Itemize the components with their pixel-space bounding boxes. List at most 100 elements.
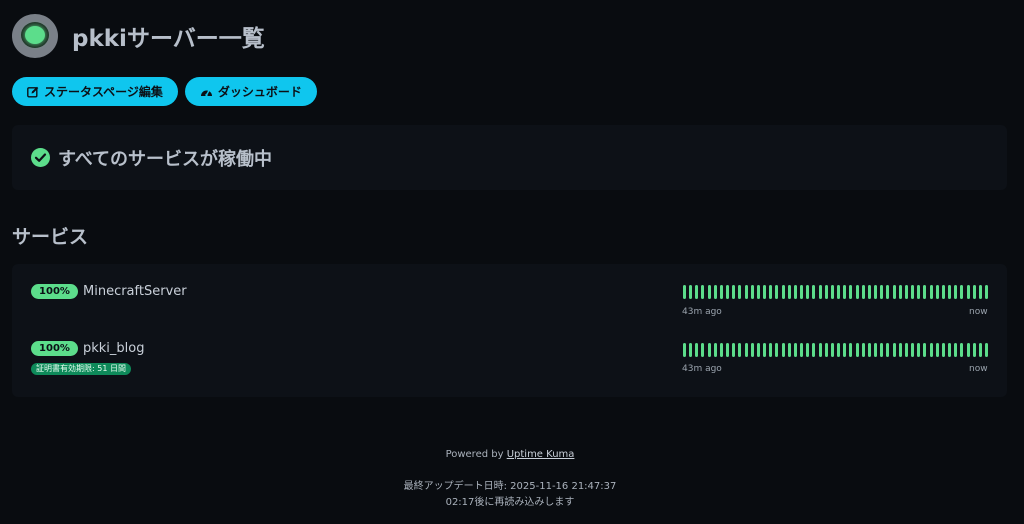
heartbeat-beat: [935, 343, 939, 357]
page-header: pkkiサーバー一覧: [12, 14, 265, 58]
heartbeat-beat: [793, 343, 797, 357]
heartbeat-beat: [904, 285, 908, 299]
heartbeat-beat: [892, 285, 896, 299]
heartbeat-beat: [954, 343, 958, 357]
heartbeat-beat: [689, 285, 693, 299]
heartbeat-beat: [886, 285, 890, 299]
certificate-expiry-badge: 証明書有効期限: 51 日間: [31, 362, 131, 375]
heartbeat-beat: [948, 285, 952, 299]
heartbeat-beat: [880, 285, 884, 299]
heartbeat-beat: [855, 285, 859, 299]
heartbeat-beat: [713, 285, 717, 299]
powered-by: Powered by Uptime Kuma: [0, 449, 1020, 460]
heartbeat-beat: [978, 343, 982, 357]
heartbeat-beat: [830, 285, 834, 299]
heartbeat-beat: [756, 343, 760, 357]
heartbeat-beat: [960, 343, 964, 357]
heartbeat-beat: [892, 343, 896, 357]
gauge-icon: [200, 89, 212, 96]
logo-icon: [12, 14, 58, 58]
heartbeat-beat: [719, 343, 723, 357]
heartbeat-beat: [775, 285, 779, 299]
heartbeat-beat: [929, 343, 933, 357]
heartbeat-beat: [880, 343, 884, 357]
heartbeat-beat: [787, 285, 791, 299]
heartbeat-end-label: now: [969, 364, 988, 374]
heartbeat-beat: [769, 285, 773, 299]
heartbeat-beat: [923, 343, 927, 357]
heartbeat-beat: [695, 343, 699, 357]
heartbeat-beat: [985, 285, 988, 299]
heartbeat-beat: [732, 285, 736, 299]
service-name[interactable]: MinecraftServer: [83, 284, 187, 299]
services-section-title: サービス: [12, 226, 89, 248]
heartbeat-beat: [972, 285, 976, 299]
dashboard-button[interactable]: ダッシュボード: [184, 77, 317, 106]
heartbeat-beat: [738, 343, 742, 357]
heartbeat-beat: [830, 343, 834, 357]
heartbeat-beat: [886, 343, 890, 357]
heartbeat-beat: [701, 343, 705, 357]
uptime-badge: 100%: [31, 284, 78, 299]
heartbeat-beat: [843, 343, 847, 357]
heartbeat-beat: [935, 285, 939, 299]
heartbeat-beat: [769, 343, 773, 357]
heartbeat-beat: [812, 285, 816, 299]
overall-status-card: すべてのサービスが稼働中: [12, 125, 1007, 190]
heartbeat-beat: [732, 343, 736, 357]
check-circle-icon: [31, 148, 50, 167]
heartbeat-beat: [824, 343, 828, 357]
heartbeat-beat: [744, 285, 748, 299]
heartbeat-beat: [874, 343, 878, 357]
heartbeat-beat: [954, 285, 958, 299]
heartbeat-beat: [843, 285, 847, 299]
heartbeat-beat: [837, 343, 841, 357]
heartbeat-beat: [800, 285, 804, 299]
edit-status-page-button[interactable]: ステータスページ編集: [12, 77, 178, 106]
heartbeat-beat: [701, 285, 705, 299]
heartbeat-beat: [978, 285, 982, 299]
service-item[interactable]: 100% MinecraftServer: [31, 284, 187, 299]
uptime-kuma-link[interactable]: Uptime Kuma: [507, 449, 575, 460]
heartbeat-beat: [837, 285, 841, 299]
heartbeat-beat: [775, 343, 779, 357]
heartbeat-beat: [683, 285, 686, 299]
heartbeat-beat: [917, 343, 921, 357]
heartbeat-beat: [812, 343, 816, 357]
heartbeat-beat: [800, 343, 804, 357]
overall-status-text: すべてのサービスが稼働中: [58, 148, 273, 170]
heartbeat-end-label: now: [969, 307, 988, 317]
heartbeat-beat: [898, 285, 902, 299]
uptime-badge: 100%: [31, 341, 78, 356]
heartbeat-beat: [781, 285, 785, 299]
heartbeat-beat: [941, 285, 945, 299]
heartbeat-beat: [707, 285, 711, 299]
heartbeat-beat: [695, 285, 699, 299]
heartbeat-beat: [806, 343, 810, 357]
heartbeat-beat: [744, 343, 748, 357]
edit-status-page-label: ステータスページ編集: [44, 85, 163, 99]
heartbeat-beat: [750, 285, 754, 299]
heartbeat-beat: [689, 343, 693, 357]
heartbeat-beat: [719, 285, 723, 299]
heartbeat-bar: [683, 285, 988, 299]
heartbeat-beat: [861, 285, 865, 299]
heartbeat-beat: [917, 285, 921, 299]
heartbeat-beat: [849, 343, 853, 357]
heartbeat-beat: [861, 343, 865, 357]
service-item[interactable]: 100% pkki_blog 証明書有効期限: 51 日間: [31, 341, 145, 375]
heartbeat-beat: [929, 285, 933, 299]
heartbeat-beat: [683, 343, 686, 357]
heartbeat-start-label: 43m ago: [682, 307, 722, 317]
heartbeat-beat: [923, 285, 927, 299]
heartbeat-beat: [726, 285, 730, 299]
heartbeat-beat: [898, 343, 902, 357]
heartbeat-beat: [726, 343, 730, 357]
heartbeat-beat: [849, 285, 853, 299]
heartbeat-beat: [818, 343, 822, 357]
heartbeat-beat: [972, 343, 976, 357]
heartbeat-beat: [824, 285, 828, 299]
service-name[interactable]: pkki_blog: [83, 341, 145, 356]
action-bar: ステータスページ編集 ダッシュボード: [12, 77, 317, 106]
heartbeat-beat: [738, 285, 742, 299]
